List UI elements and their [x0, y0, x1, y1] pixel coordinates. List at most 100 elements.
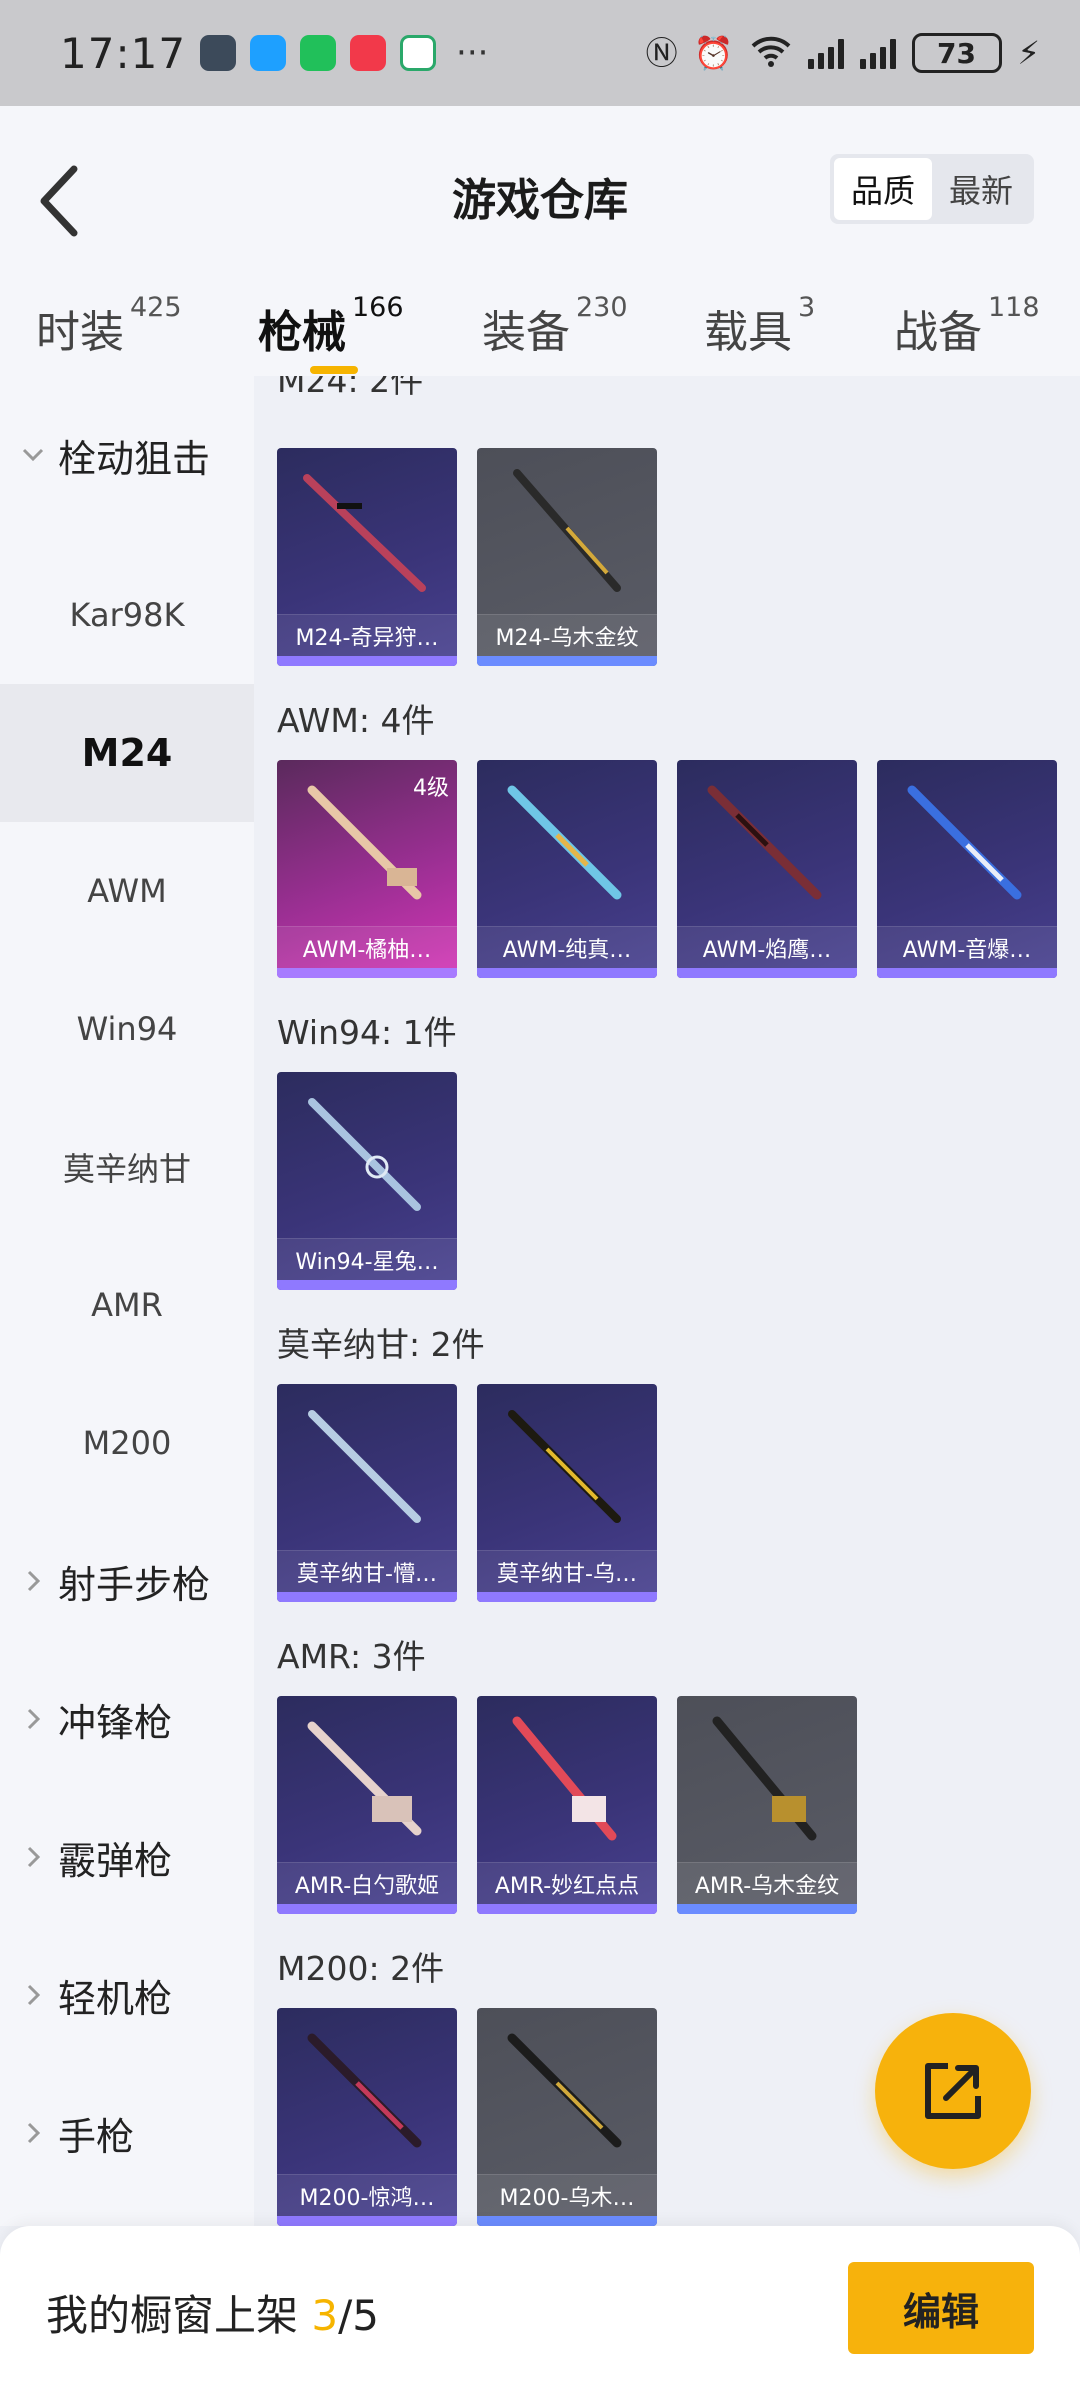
- sidebar-item-awm[interactable]: AWM: [0, 822, 254, 960]
- status-bar: 17:17 ··· Ⓝ ⏰ 73 ⚡: [0, 0, 1080, 106]
- tab-vehicles[interactable]: 载具 3: [704, 292, 815, 360]
- rarity-bar: [277, 1280, 457, 1290]
- skin-card[interactable]: AMR-妙红点点: [477, 1696, 657, 1914]
- sort-latest-button[interactable]: 最新: [932, 158, 1030, 220]
- sidebar-item-win94[interactable]: Win94: [0, 960, 254, 1098]
- rarity-bar: [677, 1904, 857, 1914]
- section-title-awm: AWM: 4件: [277, 701, 435, 740]
- page-header: 游戏仓库 品质 最新 时装 425 枪械 166 装备 230 载具 3 战备 …: [0, 106, 1080, 376]
- rarity-bar: [277, 656, 457, 666]
- skin-card[interactable]: M24-奇异狩…: [277, 448, 457, 666]
- showcase-label: 我的橱窗上架: [46, 2291, 312, 2340]
- rifle-image: [512, 1716, 617, 1841]
- active-tab-indicator: [310, 366, 358, 374]
- skin-card[interactable]: AWM-焰鹰…: [677, 760, 857, 978]
- more-notifications-icon: ···: [456, 33, 489, 73]
- sidebar-group-marksman[interactable]: 射手步枪: [0, 1512, 254, 1650]
- skin-card[interactable]: M24-乌木金纹: [477, 448, 657, 666]
- skin-label: Win94-星兔…: [277, 1238, 457, 1280]
- category-tabs: 时装 425 枪械 166 装备 230 载具 3 战备 118: [0, 292, 1080, 376]
- showcase-bar: 我的橱窗上架 3/5 编辑: [0, 2226, 1080, 2387]
- tab-fashion[interactable]: 时装 425: [36, 292, 182, 360]
- sidebar-group-label: 射手步枪: [58, 1562, 211, 1607]
- sidebar-group-label: 栓动狙击: [58, 436, 211, 481]
- rarity-bar: [277, 1904, 457, 1914]
- skin-card[interactable]: M200-乌木…: [477, 2008, 657, 2226]
- sidebar-item-mosin[interactable]: 莫辛纳甘: [0, 1098, 254, 1236]
- rarity-bar: [277, 2216, 457, 2226]
- skin-card[interactable]: AWM-纯真…: [477, 760, 657, 978]
- skin-label: AMR-白勺歌姬: [277, 1862, 457, 1904]
- section-title-mosin: 莫辛纳甘: 2件: [277, 1325, 485, 1364]
- wifi-icon: [750, 34, 792, 73]
- tab-supplies[interactable]: 战备 118: [894, 292, 1040, 360]
- showcase-current-count: 3: [311, 2291, 339, 2340]
- tab-label: 枪械: [258, 307, 346, 358]
- sidebar-group-label: 轻机枪: [58, 1976, 173, 2021]
- skin-label: M24-奇异狩…: [277, 614, 457, 656]
- skin-card[interactable]: 4级 AWM-橘柚…: [277, 760, 457, 978]
- tab-label: 战备: [894, 307, 982, 358]
- skin-label: AWM-橘柚…: [277, 926, 457, 968]
- weapon-sidebar: 栓动狙击 Kar98K M24 AWM Win94 莫辛纳甘 AMR M200 …: [0, 376, 254, 2226]
- chevron-right-icon: [27, 1708, 41, 1730]
- sort-quality-button[interactable]: 品质: [834, 158, 932, 220]
- skin-label: M200-惊鸿…: [277, 2174, 457, 2216]
- alarm-icon: ⏰: [693, 34, 734, 72]
- rarity-bar: [277, 968, 457, 978]
- sidebar-item-m24[interactable]: M24: [0, 684, 254, 822]
- skin-card[interactable]: AMR-白勺歌姬: [277, 1696, 457, 1914]
- share-external-icon: [925, 2063, 981, 2119]
- share-fab-button[interactable]: [875, 2013, 1031, 2169]
- rifle-image: [907, 785, 1022, 900]
- skin-card[interactable]: Win94-星兔…: [277, 1072, 457, 1290]
- skin-label: M24-乌木金纹: [477, 614, 657, 656]
- chevron-right-icon: [27, 1846, 41, 1868]
- signal-icon: [807, 37, 844, 69]
- sidebar-group-bolt-action[interactable]: 栓动狙击: [0, 386, 254, 524]
- skin-label: M200-乌木…: [477, 2174, 657, 2216]
- sidebar-group-shotgun[interactable]: 霰弹枪: [0, 1788, 254, 1926]
- section-title-amr: AMR: 3件: [277, 1637, 426, 1676]
- sidebar-group-label: 手枪: [58, 2114, 135, 2159]
- rarity-bar: [277, 1592, 457, 1602]
- sidebar-group-pistol[interactable]: 手枪: [0, 2064, 254, 2202]
- skin-label: AMR-乌木金纹: [677, 1862, 857, 1904]
- rarity-bar: [477, 2216, 657, 2226]
- sidebar-group-label: 霰弹枪: [58, 1838, 173, 1883]
- tab-firearms[interactable]: 枪械 166: [258, 292, 404, 360]
- skin-card[interactable]: 莫辛纳甘-懵…: [277, 1384, 457, 1602]
- tab-label: 载具: [704, 307, 792, 358]
- skin-label: AWM-纯真…: [477, 926, 657, 968]
- sidebar-item-m200[interactable]: M200: [0, 1374, 254, 1512]
- rarity-bar: [877, 968, 1057, 978]
- skin-card[interactable]: M200-惊鸿…: [277, 2008, 457, 2226]
- rifle-image: [308, 1410, 421, 1523]
- skin-card[interactable]: AWM-音爆…: [877, 760, 1057, 978]
- rarity-bar: [477, 1592, 657, 1602]
- skin-card[interactable]: AMR-乌木金纹: [677, 1696, 857, 1914]
- app-notification-icon: [200, 35, 237, 71]
- battery-indicator: 73: [911, 33, 1002, 73]
- tab-equipment[interactable]: 装备 230: [482, 292, 628, 360]
- sidebar-item-amr[interactable]: AMR: [0, 1236, 254, 1374]
- nfc-icon: Ⓝ: [645, 34, 678, 72]
- chevron-right-icon: [27, 2122, 41, 2144]
- rarity-bar: [477, 968, 657, 978]
- rarity-bar: [477, 656, 657, 666]
- skin-card[interactable]: 莫辛纳甘-乌…: [477, 1384, 657, 1602]
- tab-count: 118: [988, 292, 1040, 323]
- red-app-icon: [350, 35, 387, 71]
- rarity-bar: [477, 1904, 657, 1914]
- skin-label: AWM-音爆…: [877, 926, 1057, 968]
- sidebar-group-smg[interactable]: 冲锋枪: [0, 1650, 254, 1788]
- mobile-app-icon: [400, 35, 437, 71]
- edit-button[interactable]: 编辑: [848, 2262, 1034, 2354]
- sidebar-group-lmg[interactable]: 轻机枪: [0, 1926, 254, 2064]
- tab-label: 装备: [482, 307, 570, 358]
- rifle-image: [307, 2033, 422, 2148]
- rifle-image: [508, 1410, 621, 1523]
- sidebar-item-kar98k[interactable]: Kar98K: [0, 546, 254, 684]
- rifle-image: [308, 1098, 421, 1211]
- section-title-win94: Win94: 1件: [277, 1013, 457, 1052]
